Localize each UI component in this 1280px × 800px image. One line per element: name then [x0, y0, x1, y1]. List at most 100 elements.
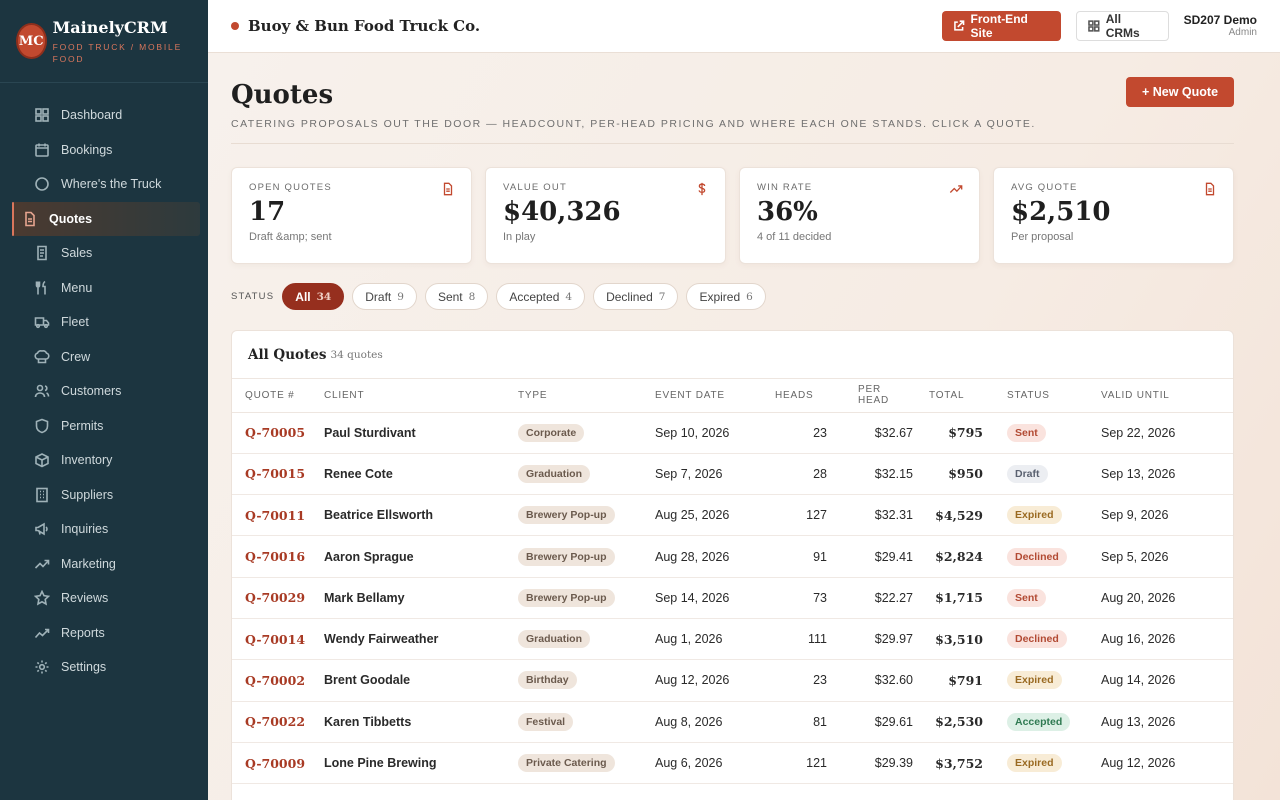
table-row[interactable]: Q-70014 Wendy Fairweather Graduation Aug 1,…: [232, 618, 1233, 661]
quote-id-link[interactable]: Q-70029: [245, 590, 305, 605]
sidebar-item-crew[interactable]: Crew: [12, 340, 196, 375]
filter-pill-sent[interactable]: Sent 8: [424, 283, 489, 310]
heads-count: 23: [813, 673, 827, 688]
sidebar-item-inventory[interactable]: Inventory: [12, 443, 196, 478]
table-cell: Aug 14, 2026: [1101, 659, 1233, 702]
table-cell: Expired: [983, 742, 1101, 785]
filter-pill-all[interactable]: All 34: [282, 283, 345, 310]
sidebar-item-menu[interactable]: Menu: [12, 271, 196, 306]
table-row[interactable]: Q-70022 Karen Tibbetts Festival Aug 8, 2026…: [232, 701, 1233, 743]
sidebar-item-inquiries[interactable]: Inquiries: [12, 512, 196, 547]
filter-pill-count: 7: [658, 290, 666, 303]
quote-id-link[interactable]: Q-70022: [245, 714, 305, 729]
quote-id-link[interactable]: Q-70005: [245, 425, 305, 440]
sidebar-item-reports[interactable]: Reports: [12, 616, 196, 651]
client-name: Aaron Sprague: [324, 549, 414, 564]
table-row[interactable]: Q-70011 Beatrice Ellsworth Brewery Pop-up A…: [232, 494, 1233, 537]
table-cell: Aug 12, 2026: [655, 659, 765, 702]
sidebar-item-sales[interactable]: Sales: [12, 236, 196, 271]
table-cell: 23: [765, 659, 827, 702]
sidebar-item-label: Inquiries: [61, 522, 109, 537]
per-head-price: $29.97: [874, 632, 913, 647]
sidebar-item-label: Marketing: [61, 556, 116, 571]
sidebar-item-customers[interactable]: Customers: [12, 374, 196, 409]
sidebar-item-quotes[interactable]: Quotes: [12, 201, 200, 236]
heads-count: 91: [813, 549, 827, 564]
quote-id-link[interactable]: Q-70016: [245, 549, 305, 564]
table-cell: $2,824: [913, 535, 983, 578]
column-header-quote[interactable]: Quote #: [232, 379, 324, 413]
table-row[interactable]: Q-70002 Brent Goodale Birthday Aug 12, 2026…: [232, 659, 1233, 702]
column-header-status[interactable]: Status: [983, 379, 1101, 413]
sidebar-item-label: Permits: [61, 418, 104, 433]
table-cell: $32.60: [827, 659, 913, 702]
front-end-site-button[interactable]: Front-End Site: [942, 11, 1061, 41]
table-row[interactable]: Q-70015 Renee Cote Graduation Sep 7, 2026 28…: [232, 453, 1233, 496]
stat-card-value-out: Value Out $40,326 In play: [485, 167, 726, 264]
sidebar-item-fleet[interactable]: Fleet: [12, 305, 196, 340]
brand[interactable]: MC MainelyCRM Food Truck / Mobile Food: [0, 0, 208, 83]
all-crms-button[interactable]: All CRMs: [1076, 11, 1169, 41]
status-dot: [231, 22, 239, 30]
column-header-valid-until[interactable]: Valid Until: [1101, 379, 1233, 413]
table-cell: Brent Goodale: [324, 659, 518, 702]
sidebar-item-label: Settings: [61, 660, 107, 675]
client-name: Brent Goodale: [324, 673, 411, 688]
table-cell: Private Catering: [518, 742, 655, 785]
table-cell: Q-70005: [232, 412, 324, 454]
sidebar-item-settings[interactable]: Settings: [12, 650, 196, 685]
column-header-total[interactable]: Total: [913, 379, 983, 413]
page-subtitle: Catering proposals out the door — headco…: [231, 118, 1036, 130]
table-cell: Graduation: [518, 453, 655, 496]
filter-pill-count: 6: [746, 290, 753, 303]
filter-pill-expired[interactable]: Expired 6: [686, 283, 766, 310]
table-cell: Aug 25, 2026: [655, 494, 765, 537]
column-header-type[interactable]: Type: [518, 379, 655, 413]
business-name: Buoy & Bun Food Truck Co.: [248, 17, 481, 35]
event-date: Aug 28, 2026: [655, 549, 730, 564]
column-header-heads[interactable]: Heads: [765, 379, 827, 413]
sidebar-item-bookings[interactable]: Bookings: [12, 133, 196, 168]
filter-pill-accepted[interactable]: Accepted 4: [496, 283, 586, 310]
table-row[interactable]: Q-70029 Mark Bellamy Brewery Pop-up Sep 14,…: [232, 577, 1233, 619]
quote-total: $795: [948, 425, 983, 441]
heads-count: 127: [806, 508, 827, 523]
grid-icon: [1088, 20, 1100, 32]
brand-subtitle: Food Truck / Mobile Food: [52, 41, 183, 64]
table-cell: Birthday: [518, 659, 655, 702]
valid-until-date: Sep 13, 2026: [1101, 466, 1176, 481]
quote-id-link[interactable]: Q-70014: [245, 632, 305, 647]
status-badge: Expired: [1007, 506, 1062, 525]
filter-pill-declined[interactable]: Declined 7: [593, 283, 679, 310]
column-header-event-date[interactable]: Event Date: [655, 379, 765, 413]
client-name: Paul Sturdivant: [324, 425, 416, 440]
table-cell: Sep 22, 2026: [1101, 412, 1233, 454]
sidebar-item-permits[interactable]: Permits: [12, 409, 196, 444]
quote-id-link[interactable]: Q-70009: [245, 756, 305, 771]
sidebar-item-where-s-the-truck[interactable]: Where's the Truck: [12, 167, 196, 202]
table-cell: Paul Sturdivant: [324, 412, 518, 454]
sidebar-item-dashboard[interactable]: Dashboard: [12, 98, 196, 133]
column-header-client[interactable]: Client: [324, 379, 518, 413]
table-row[interactable]: Q-70009 Lone Pine Brewing Private Catering…: [232, 742, 1233, 785]
megaphone-icon: [35, 522, 48, 536]
quote-id-link[interactable]: Q-70011: [245, 508, 305, 523]
table-cell: Aug 16, 2026: [1101, 618, 1233, 661]
quote-id-link[interactable]: Q-70002: [245, 673, 305, 688]
quotes-table: Quote # Client Type Event Date Heads Per Head…: [232, 379, 1233, 785]
user-menu[interactable]: SD207 Demo Admin: [1184, 13, 1257, 38]
grid-icon: [35, 108, 49, 123]
sidebar-item-suppliers[interactable]: Suppliers: [12, 478, 196, 513]
filter-pill-draft[interactable]: Draft 9: [352, 283, 417, 310]
column-header-per-head[interactable]: Per Head: [827, 379, 913, 413]
quote-id-link[interactable]: Q-70015: [245, 466, 305, 481]
sidebar-item-marketing[interactable]: Marketing: [12, 547, 196, 582]
sidebar-item-label: Reviews: [61, 591, 109, 606]
table-row[interactable]: Q-70005 Paul Sturdivant Corporate Sep 10, 2…: [232, 412, 1233, 454]
utensils-icon: [35, 280, 46, 295]
table-row[interactable]: Q-70016 Aaron Sprague Brewery Pop-up Aug 28…: [232, 535, 1233, 578]
stat-label: Open Quotes: [249, 182, 332, 193]
sidebar-item-reviews[interactable]: Reviews: [12, 581, 196, 616]
heads-count: 121: [806, 756, 827, 771]
new-quote-button[interactable]: + New Quote: [1126, 77, 1234, 107]
